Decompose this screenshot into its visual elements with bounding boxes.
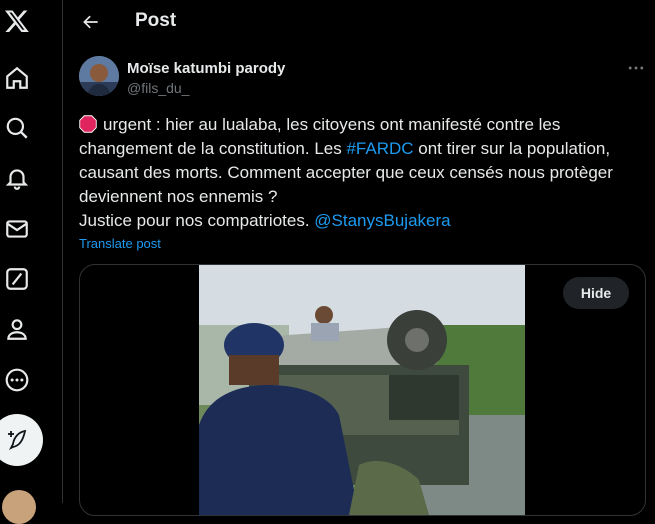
ellipsis-icon <box>628 66 644 70</box>
home-icon[interactable] <box>4 65 30 91</box>
author-handle[interactable]: @fils_du_ <box>127 80 189 96</box>
media-card[interactable]: Hide <box>79 264 646 516</box>
x-logo-icon[interactable] <box>4 8 30 34</box>
page-title: Post <box>135 10 177 31</box>
hashtag-link[interactable]: #FARDC <box>346 139 413 158</box>
tweet-body-part3: Justice pour nos compatriotes. <box>79 211 315 230</box>
back-button[interactable] <box>79 10 103 34</box>
person-icon[interactable] <box>4 316 30 342</box>
bell-icon[interactable] <box>4 165 30 191</box>
grok-icon[interactable] <box>4 266 30 292</box>
mention-link[interactable]: @StanysBujakera <box>314 211 450 230</box>
tweet-text: urgent : hier au lualaba, les citoyens o… <box>79 113 639 233</box>
stop-sign-icon <box>79 115 97 133</box>
hide-button[interactable]: Hide <box>563 277 629 309</box>
video-frame[interactable] <box>199 265 525 515</box>
author-name[interactable]: Moïse katumbi parody <box>127 60 285 77</box>
feather-plus-icon <box>8 429 27 451</box>
envelope-icon[interactable] <box>4 216 30 242</box>
more-circle-icon[interactable] <box>4 367 30 393</box>
more-options-button[interactable] <box>625 60 647 76</box>
account-avatar[interactable] <box>2 490 36 524</box>
avatar[interactable] <box>79 56 119 96</box>
search-icon[interactable] <box>4 115 30 141</box>
compose-button[interactable] <box>0 414 43 466</box>
sidebar <box>0 0 63 524</box>
post-view: Post Moïse katumbi parody @fils_du_ urge… <box>63 0 655 516</box>
translate-post-link[interactable]: Translate post <box>79 236 161 251</box>
arrow-left-icon <box>83 15 98 29</box>
